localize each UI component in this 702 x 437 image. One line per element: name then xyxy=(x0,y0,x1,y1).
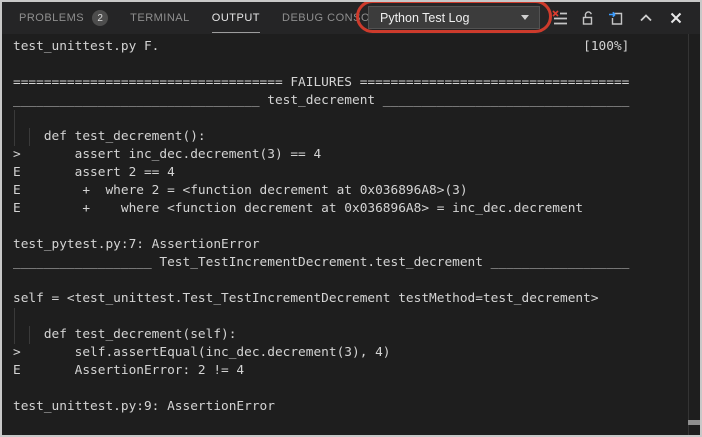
log-line: def test_decrement(): xyxy=(13,128,700,146)
log-line: > assert inc_dec.decrement(3) == 4 xyxy=(13,146,700,164)
log-line: E assert 2 == 4 xyxy=(13,164,700,182)
panel-header: PROBLEMS 2 TERMINAL OUTPUT DEBUG CONSOLE… xyxy=(2,2,700,34)
output-area: test_unittest.py F. [100%] ==============… xyxy=(2,34,700,435)
overview-ruler-marker xyxy=(688,420,700,425)
problems-count-badge: 2 xyxy=(92,10,108,26)
tab-output-label: OUTPUT xyxy=(212,12,260,24)
log-line xyxy=(13,218,700,236)
log-line: =================================== FAIL… xyxy=(13,74,700,92)
output-channel-select[interactable]: Python Test Log xyxy=(368,6,540,29)
log-line: test_pytest.py:7: AssertionError xyxy=(13,236,700,254)
log-line: E + where <function decrement at 0x03689… xyxy=(13,200,700,218)
log-line: ________________________________ test_de… xyxy=(13,92,700,110)
overview-ruler-divider xyxy=(688,34,689,435)
scroll-lock-button[interactable] xyxy=(579,9,597,27)
log-line xyxy=(13,110,700,128)
open-log-file-icon xyxy=(608,10,624,26)
log-line xyxy=(13,56,700,74)
tab-problems-label: PROBLEMS xyxy=(19,12,84,24)
log-line xyxy=(13,308,700,326)
log-line: __________________ Test_TestIncrementDec… xyxy=(13,254,700,272)
close-icon xyxy=(668,10,684,26)
clear-output-button[interactable] xyxy=(551,9,569,27)
tab-output[interactable]: OUTPUT xyxy=(212,2,260,34)
log-line xyxy=(13,380,700,398)
log-line: test_unittest.py F. [100%] xyxy=(13,38,700,56)
output-log[interactable]: test_unittest.py F. [100%] ==============… xyxy=(2,34,700,435)
output-panel: PROBLEMS 2 TERMINAL OUTPUT DEBUG CONSOLE… xyxy=(0,0,702,437)
tab-problems[interactable]: PROBLEMS 2 xyxy=(19,2,108,34)
log-line: E AssertionError: 2 != 4 xyxy=(13,362,700,380)
tab-terminal[interactable]: TERMINAL xyxy=(130,2,190,34)
log-line: test_unittest.py:9: AssertionError xyxy=(13,398,700,416)
tab-terminal-label: TERMINAL xyxy=(130,12,190,24)
unlock-icon xyxy=(580,10,596,26)
open-log-file-button[interactable] xyxy=(607,9,625,27)
indent-guide xyxy=(29,128,30,146)
log-line: E + where 2 = <function decrement at 0x0… xyxy=(13,182,700,200)
log-line: self = <test_unittest.Test_TestIncrement… xyxy=(13,290,700,308)
log-line: def test_decrement(self): xyxy=(13,326,700,344)
chevron-down-icon xyxy=(521,15,529,20)
indent-guide xyxy=(14,110,15,146)
close-panel-button[interactable] xyxy=(667,9,685,27)
chevron-up-icon xyxy=(638,10,654,26)
log-line xyxy=(13,272,700,290)
indent-guide xyxy=(29,326,30,344)
clear-output-icon xyxy=(552,10,568,26)
log-line: > self.assertEqual(inc_dec.decrement(3),… xyxy=(13,344,700,362)
indent-guide xyxy=(14,308,15,344)
output-channel-value: Python Test Log xyxy=(380,11,521,25)
maximize-panel-button[interactable] xyxy=(637,9,655,27)
